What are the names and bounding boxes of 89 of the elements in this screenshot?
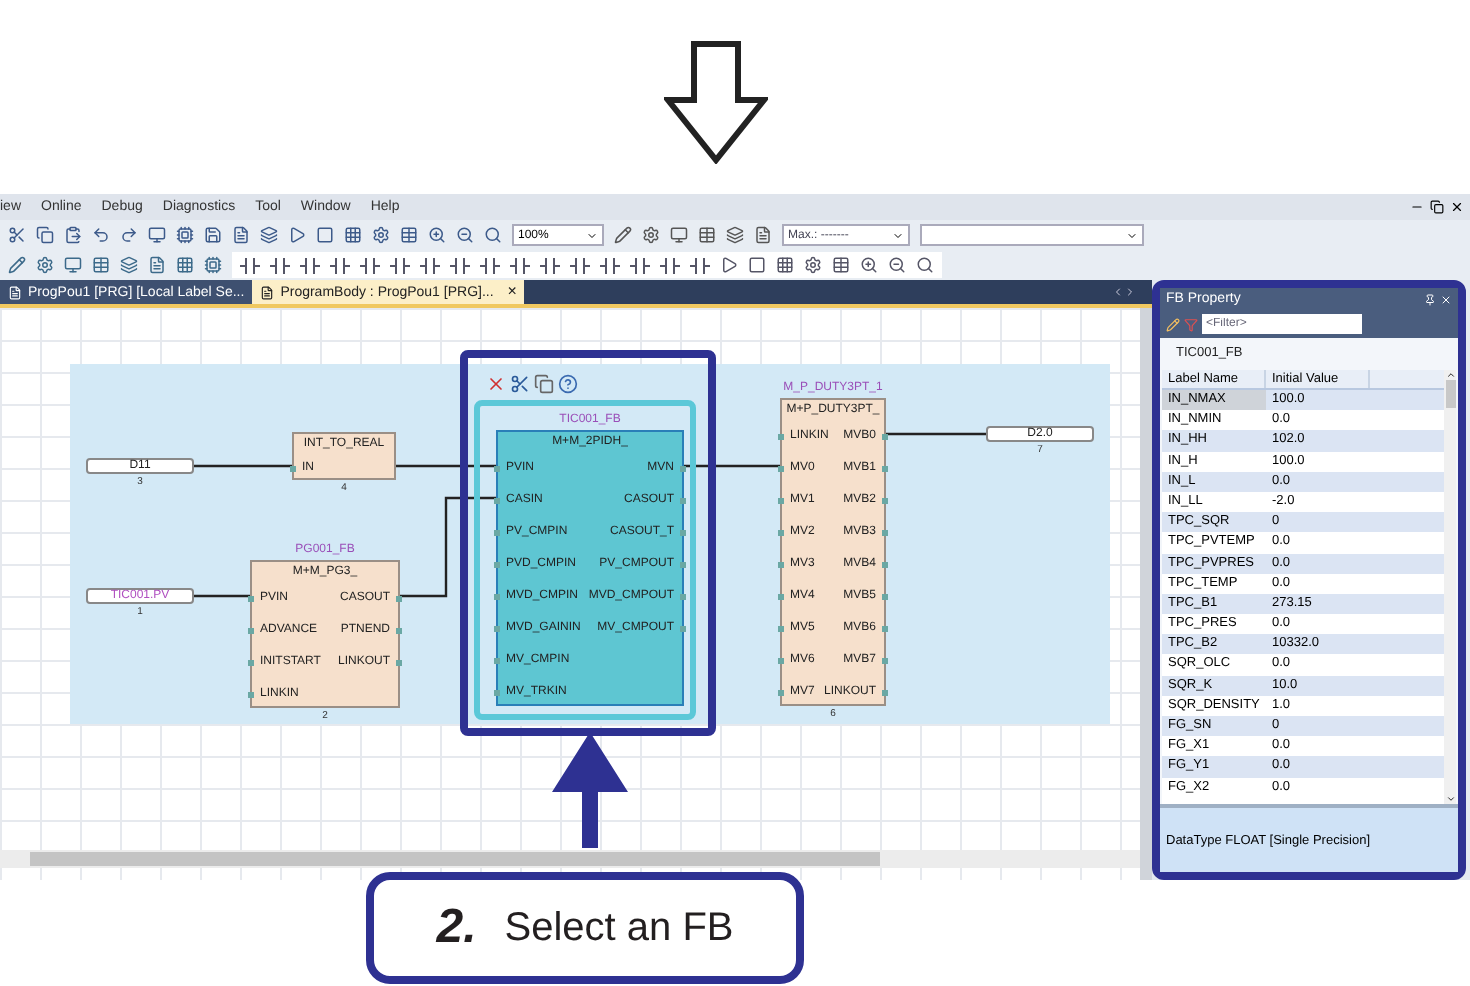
scrollbar-thumb[interactable] — [1445, 380, 1455, 408]
wire — [886, 432, 986, 436]
caret-icon — [892, 229, 904, 241]
table-icon[interactable] — [698, 226, 716, 244]
pencil-icon[interactable] — [614, 226, 632, 244]
play-icon[interactable] — [288, 226, 306, 244]
layers-icon[interactable] — [726, 226, 744, 244]
scrollbar-thumb[interactable] — [30, 852, 880, 866]
contact-icon[interactable] — [390, 257, 410, 273]
undo-icon[interactable] — [92, 226, 110, 244]
play-icon[interactable] — [720, 256, 738, 274]
scroll-down-icon — [1445, 794, 1455, 804]
step-number: 2. — [436, 904, 477, 952]
settings-icon[interactable] — [36, 256, 54, 274]
vertical-scrollbar[interactable] — [1140, 308, 1152, 880]
delete-icon[interactable] — [486, 374, 506, 394]
scroll-right-icon[interactable] — [1124, 286, 1136, 298]
layers-icon[interactable] — [120, 256, 138, 274]
document-icon[interactable] — [232, 226, 250, 244]
scroll-left-icon[interactable] — [1112, 286, 1124, 298]
wire — [194, 594, 250, 598]
tab-close[interactable]: × — [507, 284, 517, 300]
layers-icon[interactable] — [260, 226, 278, 244]
search-icon[interactable] — [916, 256, 934, 274]
table-icon[interactable] — [400, 226, 418, 244]
paste-icon[interactable] — [64, 226, 82, 244]
wire — [400, 496, 496, 598]
contact-icon[interactable] — [300, 257, 320, 273]
document-icon[interactable] — [754, 226, 772, 244]
save-icon[interactable] — [204, 226, 222, 244]
contact-icon[interactable] — [600, 257, 620, 273]
chip-icon[interactable] — [176, 226, 194, 244]
zoom-out-icon[interactable] — [456, 226, 474, 244]
document-icon[interactable] — [148, 256, 166, 274]
contact-icon[interactable] — [330, 257, 350, 273]
copy-icon[interactable] — [36, 226, 54, 244]
contact-icon[interactable] — [510, 257, 530, 273]
zoom-in-icon[interactable] — [428, 226, 446, 244]
pin-icon[interactable] — [1424, 293, 1436, 305]
contact-icon[interactable] — [420, 257, 440, 273]
grid-icon[interactable] — [344, 226, 362, 244]
contact-icon[interactable] — [240, 257, 260, 273]
table-icon[interactable] — [92, 256, 110, 274]
contact-icon[interactable] — [630, 257, 650, 273]
pencil-icon[interactable] — [8, 256, 26, 274]
search-icon[interactable] — [484, 226, 502, 244]
monitor-icon[interactable] — [670, 226, 688, 244]
help-icon[interactable] — [558, 374, 578, 394]
scissors-icon[interactable] — [510, 374, 530, 394]
monitor-icon[interactable] — [148, 226, 166, 244]
caret-icon — [586, 229, 598, 241]
contact-icon[interactable] — [660, 257, 680, 273]
table-icon[interactable] — [832, 256, 850, 274]
wire — [194, 464, 292, 468]
contact-icon[interactable] — [270, 257, 290, 273]
contact-icon[interactable] — [480, 257, 500, 273]
chip-icon[interactable] — [204, 256, 222, 274]
contact-icon[interactable] — [360, 257, 380, 273]
zoom-in-icon[interactable] — [860, 256, 878, 274]
scroll-up-icon — [1445, 370, 1455, 380]
grid-icon[interactable] — [776, 256, 794, 274]
contact-icon[interactable] — [570, 257, 590, 273]
monitor-icon[interactable] — [64, 256, 82, 274]
close-icon[interactable] — [1450, 200, 1464, 214]
scissors-icon[interactable] — [8, 226, 26, 244]
horizontal-scrollbar[interactable] — [0, 850, 1140, 868]
grid-icon[interactable] — [176, 256, 194, 274]
stop-icon[interactable] — [316, 226, 334, 244]
down-arrow-icon — [663, 40, 767, 164]
callout-text: Select an FB — [504, 908, 734, 948]
restore-icon[interactable] — [1430, 200, 1444, 214]
settings-icon[interactable] — [804, 256, 822, 274]
wire — [396, 464, 496, 468]
contact-icon[interactable] — [690, 257, 710, 273]
minimize-icon[interactable] — [1410, 200, 1424, 214]
wire — [684, 464, 780, 468]
document-icon — [8, 285, 22, 299]
settings-icon[interactable] — [372, 226, 390, 244]
settings-icon[interactable] — [642, 226, 660, 244]
document-icon — [260, 285, 275, 299]
contact-icon[interactable] — [450, 257, 470, 273]
vertical-scrollbar[interactable] — [1444, 370, 1456, 804]
zoom-out-icon[interactable] — [888, 256, 906, 274]
contact-icon[interactable] — [540, 257, 560, 273]
up-arrow-icon — [550, 732, 630, 848]
redo-icon[interactable] — [120, 226, 138, 244]
stop-icon[interactable] — [748, 256, 766, 274]
caret-icon — [1126, 229, 1138, 241]
copy-icon[interactable] — [534, 374, 554, 394]
